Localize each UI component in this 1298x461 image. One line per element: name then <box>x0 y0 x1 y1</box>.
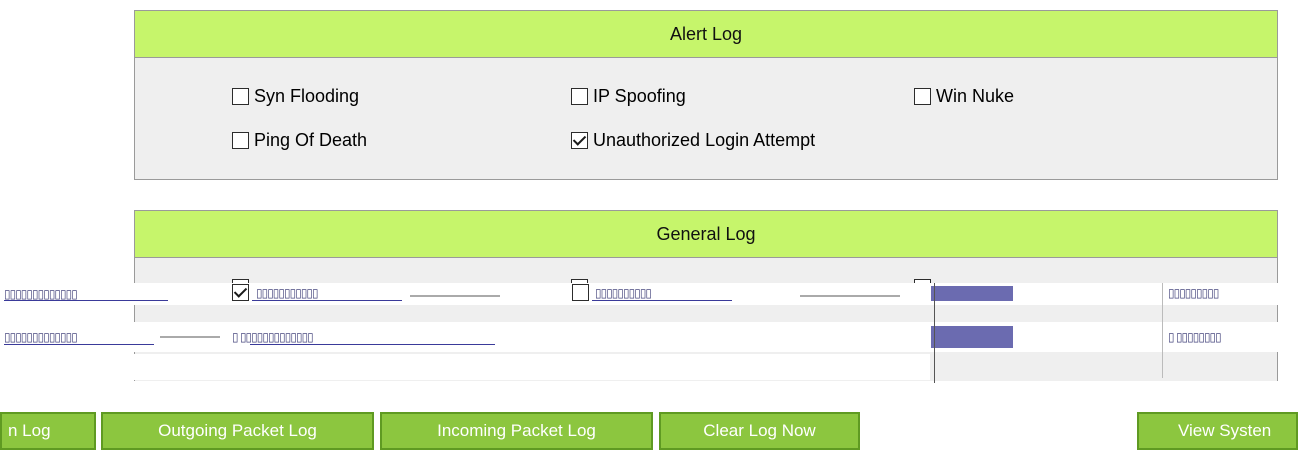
alert-log-title: Alert Log <box>669 23 743 44</box>
outgoing-packet-log-button[interactable]: Outgoing Packet Log <box>101 412 374 450</box>
glitch-divider <box>934 283 935 383</box>
clear-log-now-button[interactable]: Clear Log Now <box>659 412 860 450</box>
view-system-log-button-label: View Systen <box>1178 421 1272 440</box>
win-nuke-checkbox[interactable] <box>914 88 931 105</box>
incoming-packet-log-button[interactable]: Incoming Packet Log <box>380 412 653 450</box>
alert-log-panel: Alert Log Syn Flooding IP Spoofing Win N… <box>134 10 1278 180</box>
win-nuke-option[interactable]: Win Nuke <box>914 86 1014 107</box>
incoming-packet-log-button-label: Incoming Packet Log <box>437 421 596 440</box>
glitch-strip-1: ▯▯▯▯▯▯▯▯▯▯▯▯▯ ▯▯▯▯▯▯▯▯▯▯▯ ▯▯▯▯▯▯▯▯▯▯ ▯▯▯… <box>0 283 1298 305</box>
ip-spoofing-option[interactable]: IP Spoofing <box>571 86 686 107</box>
general-log-header: General Log <box>135 211 1277 258</box>
system-log-button[interactable]: n Log <box>0 412 96 450</box>
glitch-strip-3 <box>0 354 930 380</box>
general-log-title: General Log <box>656 223 756 244</box>
alert-log-header: Alert Log <box>135 11 1277 58</box>
outgoing-packet-log-button-label: Outgoing Packet Log <box>158 421 317 440</box>
syn-flooding-option[interactable]: Syn Flooding <box>232 86 359 107</box>
ping-of-death-option[interactable]: Ping Of Death <box>232 130 367 151</box>
unauthorized-login-attempt-checkbox[interactable] <box>571 132 588 149</box>
clear-log-now-button-label: Clear Log Now <box>703 421 816 440</box>
ping-of-death-label: Ping Of Death <box>254 130 368 150</box>
glitch-strip-2: ▯▯▯▯▯▯▯▯▯▯▯▯▯ ▯ ▯▯▯▯▯▯▯▯▯▯▯▯▯ ▯ ▯▯▯▯▯▯▯▯ <box>0 322 1298 352</box>
syn-flooding-checkbox[interactable] <box>232 88 249 105</box>
system-log-button-label: n Log <box>8 421 51 440</box>
glitch-divider-right <box>1162 283 1163 378</box>
ping-of-death-checkbox[interactable] <box>232 132 249 149</box>
ip-spoofing-label: IP Spoofing <box>593 86 686 106</box>
unauthorized-login-attempt-label: Unauthorized Login Attempt <box>593 130 816 150</box>
syn-flooding-label: Syn Flooding <box>254 86 360 106</box>
view-system-log-button[interactable]: View Systen <box>1137 412 1298 450</box>
ip-spoofing-checkbox[interactable] <box>571 88 588 105</box>
unauthorized-login-attempt-option[interactable]: Unauthorized Login Attempt <box>571 130 815 151</box>
win-nuke-label: Win Nuke <box>936 86 1015 106</box>
